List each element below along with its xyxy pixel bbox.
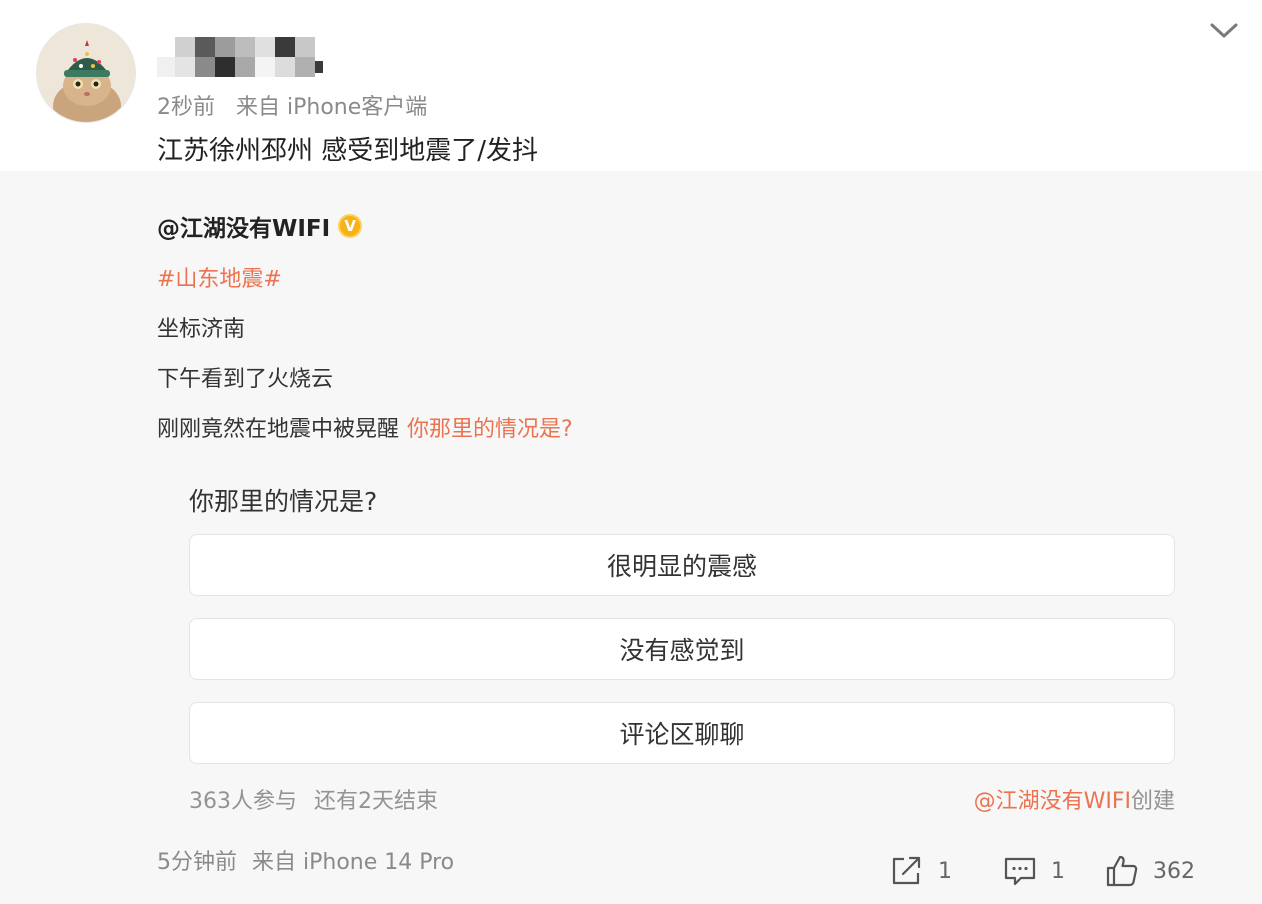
redaction-pixel: [255, 37, 275, 57]
like-icon: [1106, 855, 1138, 887]
post-meta: 2秒前 来自 iPhone客户端: [157, 89, 427, 121]
vote-question: 你那里的情况是?: [189, 487, 378, 516]
vote-creator-link[interactable]: @江湖没有WIFI: [974, 789, 1131, 814]
redaction-pixel: [195, 37, 215, 57]
redaction-pixel: [275, 57, 295, 77]
redaction-pixel: [215, 37, 235, 57]
redaction-pixel: [275, 37, 295, 57]
vote-inline-link[interactable]: 你那里的情况是?: [407, 417, 573, 442]
redaction-pixel: [195, 57, 215, 77]
repost-time[interactable]: 5分钟前: [157, 850, 237, 875]
vote-creator: @江湖没有WIFI创建: [974, 783, 1175, 815]
comment-button[interactable]: 1: [1003, 851, 1065, 891]
redaction-pixel: [295, 57, 315, 77]
redaction-pixel: [235, 37, 255, 57]
hashtag-link[interactable]: #山东地震#: [157, 261, 282, 293]
vote-creator-suffix: 创建: [1130, 789, 1175, 814]
share-icon: [892, 856, 921, 885]
original-author-name[interactable]: @江湖没有WIFI: [157, 209, 330, 243]
post-time[interactable]: 2秒前: [157, 95, 215, 120]
share-count: 1: [938, 858, 952, 884]
repost-text-line: 下午看到了火烧云: [157, 367, 334, 392]
chevron-down-icon[interactable]: [1208, 16, 1240, 44]
avatar-cat-image: [37, 24, 135, 122]
like-count: 362: [1153, 858, 1195, 884]
redaction-pixel: [175, 37, 195, 57]
avatar[interactable]: [36, 23, 136, 123]
redaction-pixel: [157, 57, 177, 77]
redaction-pixel: [255, 57, 275, 77]
post-source: 来自 iPhone客户端: [236, 95, 428, 120]
original-author: @江湖没有WIFI V: [157, 209, 363, 243]
comment-count: 1: [1051, 858, 1065, 884]
vote-stats: 363人参与 还有2天结束: [189, 783, 438, 815]
redaction-pixel: [215, 57, 235, 77]
repost-text-line-content: 刚刚竟然在地震中被晃醒: [157, 417, 400, 442]
weibo-post: 2秒前 来自 iPhone客户端 江苏徐州邳州 感受到地震了/发抖 @江湖没有W…: [0, 0, 1262, 904]
redaction-pixel: [315, 61, 323, 73]
repost-text-line: 坐标济南: [157, 317, 246, 342]
repost-source: 来自 iPhone 14 Pro: [252, 850, 455, 875]
share-button[interactable]: 1: [890, 851, 952, 891]
repost-card: @江湖没有WIFI V #山东地震# 坐标济南 下午看到了火烧云 刚刚竟然在地震…: [0, 171, 1262, 904]
redaction-pixel: [235, 57, 255, 77]
redaction-pixel: [175, 57, 195, 77]
vote-participants: 363人参与: [189, 789, 297, 814]
post-text: 江苏徐州邳州 感受到地震了/发抖: [157, 136, 539, 166]
verified-icon: V: [338, 214, 363, 238]
redaction-pixel: [295, 37, 315, 57]
vote-option-obvious[interactable]: 很明显的震感: [189, 534, 1175, 596]
repost-meta: 5分钟前 来自 iPhone 14 Pro: [157, 844, 454, 876]
username-redacted[interactable]: [157, 37, 327, 79]
comment-icon: [1004, 857, 1036, 886]
vote-option-comment[interactable]: 评论区聊聊: [189, 702, 1175, 764]
like-button[interactable]: 362: [1105, 851, 1195, 891]
repost-text-line: 刚刚竟然在地震中被晃醒 你那里的情况是?: [157, 411, 573, 443]
vote-option-not-felt[interactable]: 没有感觉到: [189, 618, 1175, 680]
vote-remaining: 还有2天结束: [314, 789, 438, 814]
